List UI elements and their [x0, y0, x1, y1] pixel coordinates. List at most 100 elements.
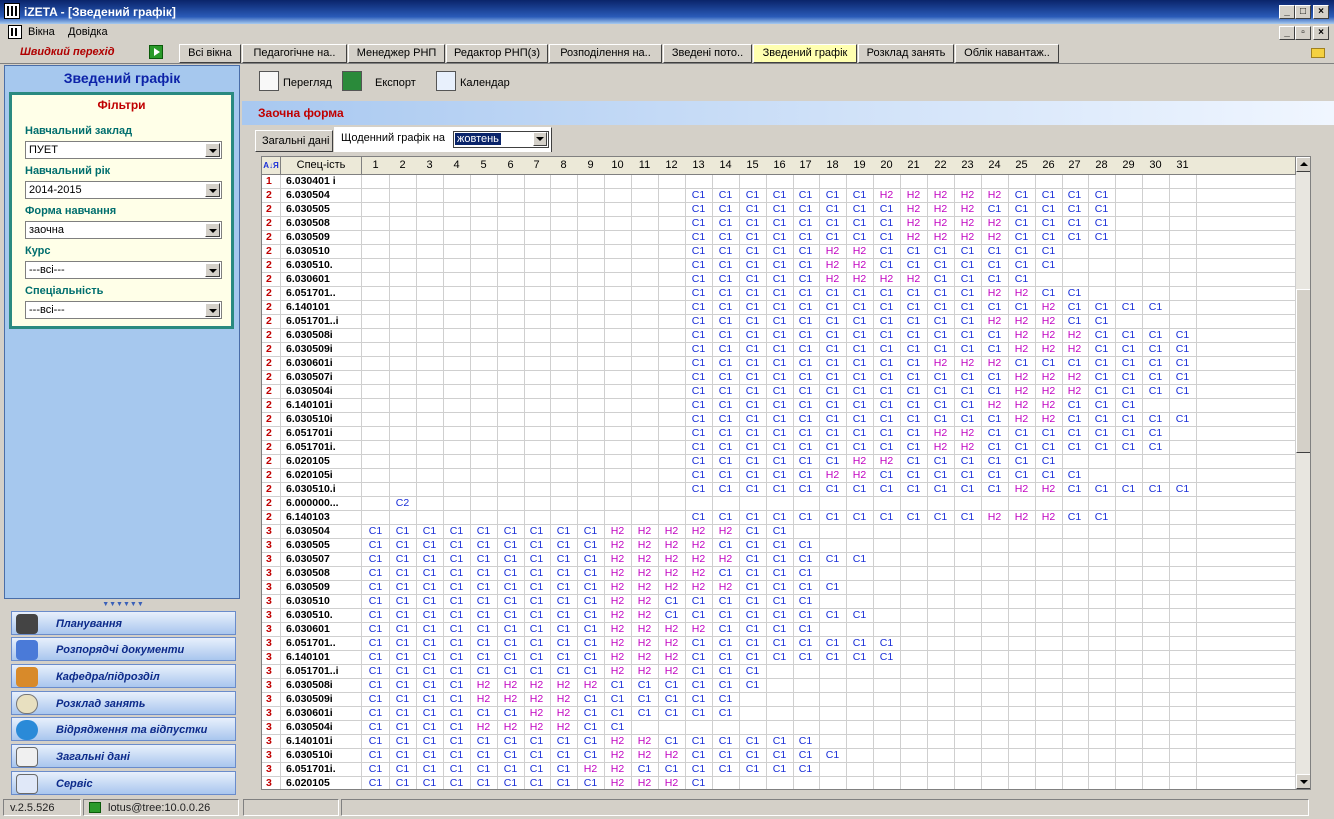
day-cell[interactable]: [523, 483, 551, 497]
day-cell[interactable]: С1: [792, 735, 820, 749]
day-cell[interactable]: [577, 301, 605, 315]
day-cell[interactable]: [577, 427, 605, 441]
day-cell[interactable]: С1: [389, 707, 417, 721]
day-cell[interactable]: [1008, 735, 1036, 749]
day-cell[interactable]: С1: [900, 441, 928, 455]
day-cell[interactable]: [1142, 217, 1170, 231]
day-cell[interactable]: Н2: [658, 567, 686, 581]
column-header-day[interactable]: 14: [712, 157, 740, 175]
day-cell[interactable]: С1: [1061, 413, 1089, 427]
day-cell[interactable]: [470, 301, 498, 315]
table-row[interactable]: 3 6.140101і С1 С1 С1 С1 С1 С1 С1 С1 С1 Н2 Н2 С1 С1 С1 С1…: [262, 735, 1296, 749]
day-cell[interactable]: [873, 693, 901, 707]
day-cell[interactable]: С1: [712, 427, 740, 441]
day-cell[interactable]: [873, 595, 901, 609]
day-cell[interactable]: С1: [416, 567, 444, 581]
day-cell[interactable]: С1: [550, 609, 578, 623]
day-cell[interactable]: [981, 623, 1009, 637]
splitter-handle[interactable]: ▼▼▼▼▼▼: [5, 601, 241, 608]
preview-icon[interactable]: [259, 71, 279, 91]
day-cell[interactable]: [1008, 763, 1036, 777]
day-cell[interactable]: С1: [792, 553, 820, 567]
day-cell[interactable]: С1: [792, 455, 820, 469]
day-cell[interactable]: [658, 273, 686, 287]
day-cell[interactable]: [362, 497, 390, 511]
day-cell[interactable]: С1: [685, 763, 713, 777]
day-cell[interactable]: С1: [792, 217, 820, 231]
day-cell[interactable]: С1: [577, 693, 605, 707]
day-cell[interactable]: С1: [819, 315, 847, 329]
day-cell[interactable]: [685, 497, 713, 511]
day-cell[interactable]: С1: [1115, 385, 1143, 399]
day-cell[interactable]: С1: [739, 595, 767, 609]
day-cell[interactable]: С1: [362, 637, 390, 651]
day-cell[interactable]: [577, 287, 605, 301]
day-cell[interactable]: Н2: [1035, 385, 1063, 399]
day-cell[interactable]: С1: [550, 651, 578, 665]
day-cell[interactable]: [1142, 259, 1170, 273]
day-cell[interactable]: [631, 343, 659, 357]
day-cell[interactable]: С1: [792, 595, 820, 609]
day-cell[interactable]: [470, 441, 498, 455]
day-cell[interactable]: [577, 497, 605, 511]
day-cell[interactable]: Н2: [685, 623, 713, 637]
day-cell[interactable]: С1: [1088, 511, 1116, 525]
day-cell[interactable]: С1: [523, 581, 551, 595]
filter-form-select[interactable]: заочна: [25, 221, 222, 239]
day-cell[interactable]: С1: [846, 287, 874, 301]
day-cell[interactable]: Н2: [604, 539, 632, 553]
table-row[interactable]: 1 6.030401 і: [262, 175, 1296, 189]
column-header-day[interactable]: 11: [631, 157, 659, 175]
day-cell[interactable]: [658, 287, 686, 301]
day-cell[interactable]: [523, 385, 551, 399]
day-cell[interactable]: [1169, 273, 1197, 287]
day-cell[interactable]: Н2: [631, 609, 659, 623]
day-cell[interactable]: С1: [739, 343, 767, 357]
day-cell[interactable]: С1: [712, 231, 740, 245]
day-cell[interactable]: С1: [550, 777, 578, 789]
day-cell[interactable]: [443, 287, 471, 301]
day-cell[interactable]: С1: [550, 539, 578, 553]
day-cell[interactable]: С1: [766, 413, 794, 427]
day-cell[interactable]: [1061, 651, 1089, 665]
day-cell[interactable]: С1: [712, 399, 740, 413]
day-cell[interactable]: [981, 777, 1009, 789]
day-cell[interactable]: С1: [523, 609, 551, 623]
day-cell[interactable]: [550, 329, 578, 343]
day-cell[interactable]: [658, 497, 686, 511]
day-cell[interactable]: [416, 175, 444, 189]
day-cell[interactable]: Н2: [470, 679, 498, 693]
day-cell[interactable]: С1: [819, 637, 847, 651]
day-cell[interactable]: [470, 399, 498, 413]
day-cell[interactable]: С1: [739, 259, 767, 273]
day-cell[interactable]: [1115, 525, 1143, 539]
day-cell[interactable]: [497, 483, 525, 497]
day-cell[interactable]: [1115, 273, 1143, 287]
day-cell[interactable]: [1115, 315, 1143, 329]
day-cell[interactable]: [1169, 455, 1197, 469]
day-cell[interactable]: [1061, 777, 1089, 789]
day-cell[interactable]: [416, 189, 444, 203]
day-cell[interactable]: С1: [927, 329, 955, 343]
chevron-down-icon[interactable]: [205, 223, 220, 237]
day-cell[interactable]: [1142, 315, 1170, 329]
day-cell[interactable]: Н2: [712, 525, 740, 539]
day-cell[interactable]: [1115, 721, 1143, 735]
day-cell[interactable]: С1: [712, 707, 740, 721]
day-cell[interactable]: С1: [362, 693, 390, 707]
day-cell[interactable]: [497, 245, 525, 259]
day-cell[interactable]: [550, 273, 578, 287]
day-cell[interactable]: С1: [766, 399, 794, 413]
day-cell[interactable]: С1: [1088, 357, 1116, 371]
day-cell[interactable]: [873, 175, 901, 189]
day-cell[interactable]: [900, 497, 928, 511]
day-cell[interactable]: С1: [739, 623, 767, 637]
day-cell[interactable]: [766, 175, 794, 189]
day-cell[interactable]: С1: [792, 259, 820, 273]
day-cell[interactable]: С1: [1008, 273, 1036, 287]
day-cell[interactable]: [739, 693, 767, 707]
day-cell[interactable]: С1: [819, 511, 847, 525]
day-cell[interactable]: [1169, 539, 1197, 553]
day-cell[interactable]: [1169, 301, 1197, 315]
day-cell[interactable]: Н2: [1035, 511, 1063, 525]
